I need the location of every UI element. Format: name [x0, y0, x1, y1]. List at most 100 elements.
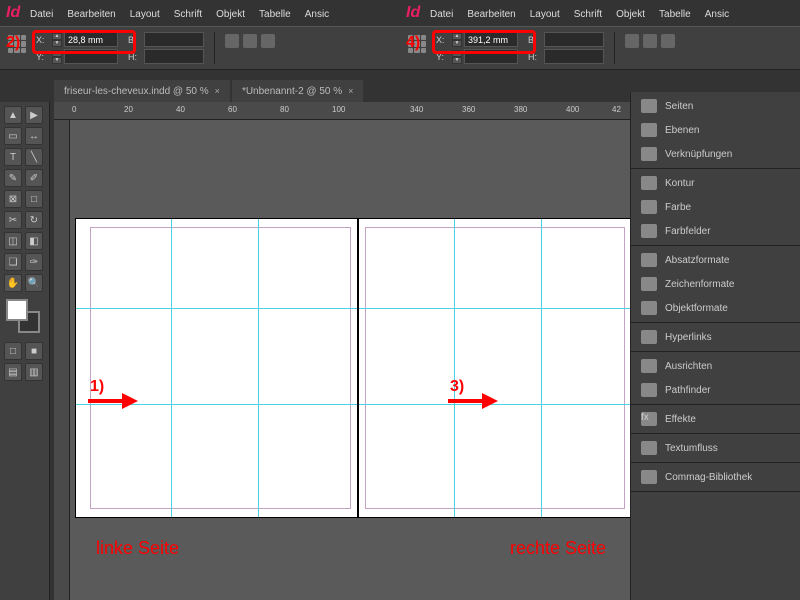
separator — [614, 32, 615, 64]
fill-stroke-widget[interactable] — [6, 299, 42, 335]
swatch-tool-icon[interactable]: ◧ — [25, 232, 43, 250]
panel-farbfelder[interactable]: Farbfelder — [631, 219, 800, 243]
type-tool-icon[interactable]: T — [4, 148, 22, 166]
column-guide[interactable] — [258, 219, 259, 517]
panel-farbe[interactable]: Farbe — [631, 195, 800, 219]
gradient-tool-icon[interactable]: ◫ — [4, 232, 22, 250]
height-input[interactable] — [544, 49, 604, 64]
scissors-tool-icon[interactable]: ✂ — [4, 211, 22, 229]
document-tab[interactable]: *Unbenannt-2 @ 50 %× — [232, 80, 363, 102]
document-tabs: friseur-les-cheveux.indd @ 50 %× *Unbena… — [54, 80, 363, 102]
align-icon — [641, 359, 657, 373]
panel-effekte[interactable]: fxEffekte — [631, 407, 800, 431]
highlight-box — [32, 30, 136, 54]
mode-icon[interactable]: ▥ — [25, 363, 43, 381]
menu-item[interactable]: Tabelle — [259, 9, 291, 20]
close-icon[interactable]: × — [215, 86, 220, 96]
menu-bar: Datei Bearbeiten Layout Schrift Objekt T… — [430, 4, 729, 24]
panel-kontur[interactable]: Kontur — [631, 171, 800, 195]
height-input[interactable] — [144, 49, 204, 64]
transform-tool-icon[interactable]: ↻ — [25, 211, 43, 229]
menu-item[interactable]: Ansic — [705, 9, 729, 20]
panel-hyperlinks[interactable]: Hyperlinks — [631, 325, 800, 349]
effects-icon: fx — [641, 412, 657, 426]
panels-dock: SeitenEbenenVerknüpfungen KonturFarbeFar… — [630, 92, 800, 600]
hyperlinks-icon — [641, 330, 657, 344]
menu-item[interactable]: Ansic — [305, 9, 329, 20]
note-tool-icon[interactable]: ❏ — [4, 253, 22, 271]
menu-item[interactable]: Tabelle — [659, 9, 691, 20]
width-input[interactable] — [144, 32, 204, 47]
menu-item[interactable]: Layout — [130, 9, 160, 20]
page-tool-icon[interactable]: ▭ — [4, 127, 22, 145]
line-tool-icon[interactable]: ╲ — [25, 148, 43, 166]
objstyles-icon — [641, 301, 657, 315]
toolbar-icon[interactable] — [643, 34, 657, 48]
direct-selection-tool-icon[interactable]: ▶ — [25, 106, 43, 124]
document-canvas[interactable] — [70, 120, 630, 600]
column-guide[interactable] — [454, 219, 455, 517]
toolbar-icon[interactable] — [625, 34, 639, 48]
panel-bibliothek[interactable]: Commag-Bibliothek — [631, 465, 800, 489]
separator — [214, 32, 215, 64]
horizontal-ruler[interactable]: 020406080100 — [54, 102, 400, 120]
margin-frame — [90, 227, 351, 509]
panel-seiten[interactable]: Seiten — [631, 94, 800, 118]
selection-tool-icon[interactable]: ▲ — [4, 106, 22, 124]
links-icon — [641, 147, 657, 161]
rect-frame-tool-icon[interactable]: ⊠ — [4, 190, 22, 208]
panel-objektformate[interactable]: Objektformate — [631, 296, 800, 320]
menu-item[interactable]: Schrift — [574, 9, 602, 20]
document-tab[interactable]: friseur-les-cheveux.indd @ 50 %× — [54, 80, 230, 102]
panel-zeichenformate[interactable]: Zeichenformate — [631, 272, 800, 296]
zoom-tool-icon[interactable]: 🔍 — [25, 274, 43, 292]
textwrap-icon — [641, 441, 657, 455]
column-guide[interactable] — [541, 219, 542, 517]
panel-textumfluss[interactable]: Textumfluss — [631, 436, 800, 460]
ruler-guide[interactable] — [359, 308, 640, 309]
close-icon[interactable]: × — [348, 86, 353, 96]
stroke-icon — [641, 176, 657, 190]
toolbar-icon[interactable] — [261, 34, 275, 48]
highlight-box — [432, 30, 536, 54]
eyedropper-tool-icon[interactable]: ✑ — [25, 253, 43, 271]
toolbar-icon[interactable] — [243, 34, 257, 48]
menu-item[interactable]: Datei — [430, 9, 453, 20]
mode-icon[interactable]: ■ — [25, 342, 43, 360]
left-page[interactable] — [75, 218, 358, 518]
panel-ausrichten[interactable]: Ausrichten — [631, 354, 800, 378]
menu-item[interactable]: Objekt — [216, 9, 245, 20]
vertical-ruler[interactable] — [54, 120, 70, 600]
width-input[interactable] — [544, 32, 604, 47]
panel-verknuepfungen[interactable]: Verknüpfungen — [631, 142, 800, 166]
menu-item[interactable]: Bearbeiten — [67, 9, 115, 20]
mode-icon[interactable]: ▤ — [4, 363, 22, 381]
gap-tool-icon[interactable]: ↔ — [25, 127, 43, 145]
menu-item[interactable]: Objekt — [616, 9, 645, 20]
menu-item[interactable]: Bearbeiten — [467, 9, 515, 20]
hand-tool-icon[interactable]: ✋ — [4, 274, 22, 292]
right-page[interactable] — [358, 218, 641, 518]
column-guide[interactable] — [171, 219, 172, 517]
panel-absatzformate[interactable]: Absatzformate — [631, 248, 800, 272]
toolbar-icon[interactable] — [225, 34, 239, 48]
menu-bar: Datei Bearbeiten Layout Schrift Objekt T… — [30, 4, 329, 24]
panel-ebenen[interactable]: Ebenen — [631, 118, 800, 142]
page-caption: linke Seite — [96, 538, 179, 568]
menu-item[interactable]: Schrift — [174, 9, 202, 20]
menu-item[interactable]: Datei — [30, 9, 53, 20]
pencil-tool-icon[interactable]: ✐ — [25, 169, 43, 187]
ruler-guide[interactable] — [76, 308, 357, 309]
swatches-icon — [641, 224, 657, 238]
arrow-icon — [88, 394, 138, 408]
charstyles-icon — [641, 277, 657, 291]
mode-icon[interactable]: □ — [4, 342, 22, 360]
ruler-guide[interactable] — [359, 404, 640, 405]
pen-tool-icon[interactable]: ✎ — [4, 169, 22, 187]
panel-pathfinder[interactable]: Pathfinder — [631, 378, 800, 402]
margin-frame — [365, 227, 626, 509]
color-icon — [641, 200, 657, 214]
menu-item[interactable]: Layout — [530, 9, 560, 20]
rect-tool-icon[interactable]: □ — [25, 190, 43, 208]
toolbar-icon[interactable] — [661, 34, 675, 48]
